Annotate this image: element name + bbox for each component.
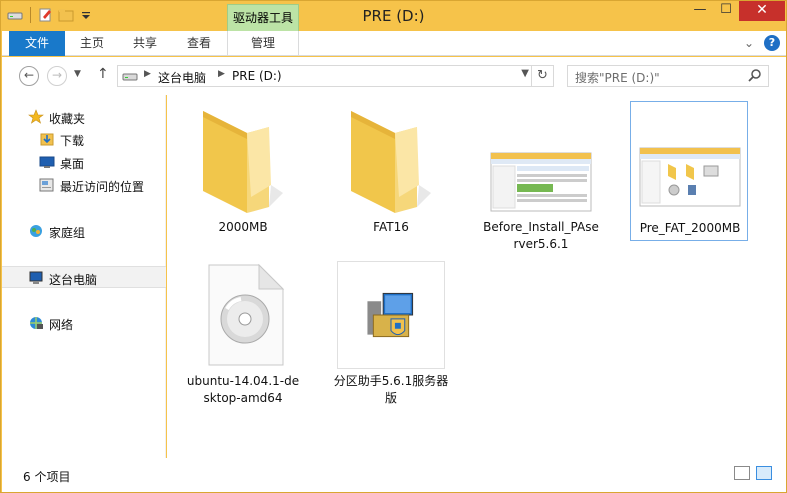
properties-icon[interactable]: [38, 7, 54, 23]
explorer-window: 驱动器工具 PRE (D:) — ☐ ✕ 文件 主页 共享 查看 管理 ⌄ ? …: [0, 0, 787, 493]
window-title: PRE (D:): [362, 7, 425, 25]
nav-item-label: 下载: [60, 134, 85, 148]
file-item-disc-image[interactable]: ubuntu-14.04.1-desktop-amd64: [184, 255, 302, 405]
address-bar[interactable]: ▶ 这台电脑 ▶ PRE (D:) ▼ ↻: [117, 65, 554, 87]
file-item-label: 分区助手5.6.1服务器版: [333, 374, 449, 405]
tab-view[interactable]: 查看: [171, 31, 227, 56]
drive-tools-context-header: 驱动器工具: [227, 4, 299, 31]
quick-access-toolbar: [7, 7, 94, 23]
minimize-button[interactable]: —: [687, 1, 713, 21]
customize-dropdown-icon[interactable]: [78, 7, 94, 23]
search-box[interactable]: 搜索"PRE (D:)": [567, 65, 769, 87]
help-icon[interactable]: ?: [764, 35, 780, 51]
large-icons-view-icon[interactable]: [756, 466, 772, 480]
nav-item-downloads[interactable]: 下载: [2, 128, 166, 150]
address-history-dropdown-icon[interactable]: ▼: [521, 68, 529, 79]
toolbar-divider: [30, 7, 31, 23]
nav-item-label: 桌面: [60, 157, 85, 171]
file-list: 2000MB FAT16 Before_Install_PAserver5.6.…: [167, 95, 786, 458]
nav-item-label: 最近访问的位置: [60, 180, 145, 194]
navigation-bar: ← → ▼ ↑ ▶ 这台电脑 ▶ PRE (D:) ▼ ↻ 搜索"PRE (D:…: [2, 57, 786, 95]
status-bar: 6 个项目: [2, 458, 786, 492]
nav-item-label: 收藏夹: [49, 112, 86, 126]
folder-icon: [203, 111, 283, 213]
file-item-folder[interactable]: 2000MB: [184, 101, 302, 241]
network-icon: [30, 317, 43, 329]
breadcrumb-separator[interactable]: ▶: [218, 69, 225, 79]
recent-places-icon: [39, 178, 54, 192]
recent-locations-dropdown-icon[interactable]: ▼: [74, 69, 81, 79]
file-item-image-selected[interactable]: Pre_FAT_2000MB: [630, 101, 748, 241]
nav-item-label: 网络: [49, 318, 74, 332]
ribbon-expand-icon[interactable]: ⌄: [744, 36, 754, 50]
address-drive-icon: [122, 73, 138, 81]
tab-manage[interactable]: 管理: [227, 31, 299, 56]
breadcrumb-this-pc[interactable]: 这台电脑: [158, 69, 206, 86]
title-bar: 驱动器工具 PRE (D:) — ☐ ✕: [1, 1, 786, 31]
window-controls: — ☐ ✕: [687, 1, 785, 21]
new-folder-icon[interactable]: [58, 7, 74, 23]
navigation-pane: 收藏夹 下载 桌面 最近访问的位置 家庭组 这台电脑 网络: [2, 95, 166, 458]
view-switcher: [734, 466, 772, 480]
nav-item-this-pc[interactable]: 这台电脑: [2, 266, 166, 288]
search-input[interactable]: 搜索"PRE (D:)": [575, 69, 660, 86]
ribbon-right-controls: ⌄ ?: [744, 35, 780, 51]
file-item-label: Before_Install_PAserver5.6.1: [483, 220, 599, 251]
back-button[interactable]: ←: [19, 66, 39, 86]
installer-icon: [337, 261, 445, 369]
drive-icon[interactable]: [7, 7, 23, 23]
disc-image-icon: [208, 263, 285, 366]
download-folder-icon: [40, 133, 54, 146]
file-item-label: ubuntu-14.04.1-desktop-amd64: [186, 374, 300, 405]
screenshot-thumbnail-icon: [490, 152, 592, 212]
nav-item-homegroup[interactable]: 家庭组: [2, 220, 166, 242]
ribbon-tabs: 文件 主页 共享 查看 管理 ⌄ ?: [2, 31, 786, 56]
file-item-folder[interactable]: FAT16: [332, 101, 450, 241]
maximize-button[interactable]: ☐: [713, 1, 739, 21]
forward-button[interactable]: →: [47, 66, 67, 86]
star-icon: [28, 109, 44, 124]
item-count: 6 个项目: [23, 470, 71, 484]
file-item-label: 2000MB: [218, 220, 268, 234]
refresh-button[interactable]: ↻: [531, 66, 553, 86]
nav-item-label: 家庭组: [49, 226, 86, 240]
nav-item-recent-places[interactable]: 最近访问的位置: [2, 174, 166, 196]
file-item-installer[interactable]: 分区助手5.6.1服务器版: [332, 255, 450, 405]
breadcrumb-separator[interactable]: ▶: [144, 69, 151, 79]
computer-icon: [29, 271, 43, 284]
close-button[interactable]: ✕: [739, 1, 785, 21]
tab-home[interactable]: 主页: [65, 31, 119, 56]
nav-item-desktop[interactable]: 桌面: [2, 151, 166, 173]
nav-item-favorites[interactable]: 收藏夹: [2, 106, 166, 128]
desktop-icon: [39, 156, 55, 168]
search-icon[interactable]: [748, 68, 762, 82]
nav-item-network[interactable]: 网络: [2, 312, 166, 334]
screenshot-thumbnail-icon: [639, 147, 741, 207]
file-item-label: Pre_FAT_2000MB: [639, 221, 741, 235]
tab-share[interactable]: 共享: [119, 31, 171, 56]
file-item-image[interactable]: Before_Install_PAserver5.6.1: [482, 101, 600, 251]
details-view-icon[interactable]: [734, 466, 750, 480]
nav-item-label: 这台电脑: [49, 273, 98, 287]
breadcrumb-pre-drive[interactable]: PRE (D:): [232, 69, 282, 83]
folder-icon: [351, 111, 431, 213]
file-item-label: FAT16: [373, 220, 409, 234]
homegroup-icon: [30, 225, 42, 237]
up-button[interactable]: ↑: [97, 66, 109, 82]
tab-file[interactable]: 文件: [9, 31, 65, 56]
